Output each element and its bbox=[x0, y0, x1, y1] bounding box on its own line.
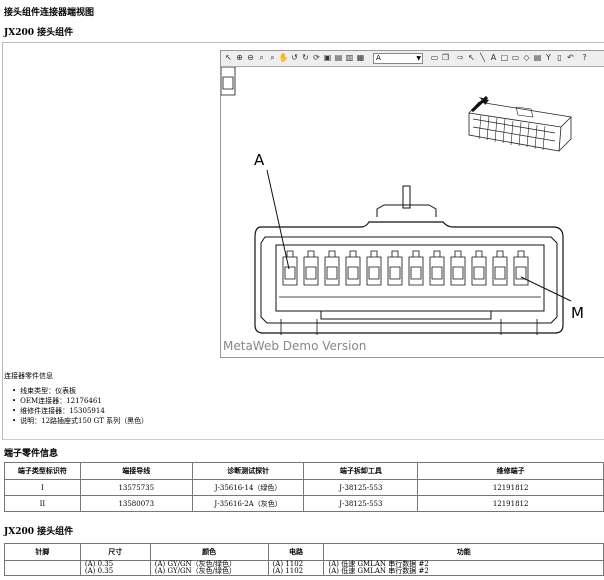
image-properties-icon[interactable]: ▦ bbox=[355, 53, 366, 63]
table-cell: J-35616-14（绿色） bbox=[191, 479, 305, 496]
table-cell: 12191812 bbox=[417, 495, 604, 512]
list-item: 说明：12路插座式150 GT 系列（黑色） bbox=[12, 416, 148, 426]
table-cell: J-38125-553 bbox=[303, 479, 419, 496]
connector-info-title: 连接器零件信息 bbox=[4, 372, 53, 380]
section-title-jx200-pins: JX200 接头组件 bbox=[4, 527, 74, 537]
leader-line-a bbox=[266, 169, 290, 270]
image-viewer[interactable]: ↖ ⊕ ⊖ ⌕ ⌕ ✋ ↺ ↻ ⟳ ▣ ▤ ▥ ▦ A ▼ ▭ ❐ ⇨ ↖ ╲ … bbox=[220, 50, 604, 358]
rotate-left-icon[interactable]: ↺ bbox=[289, 53, 300, 63]
copy-icon[interactable]: ❐ bbox=[440, 53, 451, 63]
table-cell bbox=[4, 560, 81, 576]
table-cell: 13575735 bbox=[79, 479, 193, 496]
column-header: 维修端子 bbox=[417, 462, 604, 480]
terminal-cavities bbox=[221, 67, 541, 298]
note-icon[interactable]: ▭ bbox=[510, 53, 521, 63]
table-cell: J-35616-2A（灰色） bbox=[191, 495, 305, 512]
column-header: 端子拆卸工具 bbox=[303, 462, 419, 480]
help-icon[interactable]: ? bbox=[579, 53, 590, 63]
column-header: 诊断测试探针 bbox=[191, 462, 305, 480]
table-row: (A) 0.35 (A) 0.35 (A) GY/GN（灰色/绿色） (A) G… bbox=[4, 560, 604, 576]
column-header: 端子类型标识符 bbox=[4, 462, 81, 480]
pointer-icon[interactable]: ↖ bbox=[466, 53, 477, 63]
section-title-jx200: JX200 接头组件 bbox=[4, 28, 74, 38]
rotate-right-icon[interactable]: ↻ bbox=[300, 53, 311, 63]
zoom-out-icon[interactable]: ⊖ bbox=[245, 53, 256, 63]
table-header-row: 针脚 尺寸 颜色 电路 功能 bbox=[4, 543, 604, 561]
next-icon[interactable]: ⇨ bbox=[455, 53, 466, 63]
undo-icon[interactable]: ↶ bbox=[565, 53, 576, 63]
list-item: 维修件连接器：15305914 bbox=[12, 406, 148, 416]
shape-icon[interactable]: ◇ bbox=[521, 53, 532, 63]
table-cell: (A) 0.35 (A) 0.35 bbox=[79, 560, 151, 576]
zoom-area-icon[interactable]: ⌕ bbox=[256, 53, 267, 63]
viewer-toolbar: ↖ ⊕ ⊖ ⌕ ⌕ ✋ ↺ ↻ ⟳ ▣ ▤ ▥ ▦ A ▼ ▭ ❐ ⇨ ↖ ╲ … bbox=[221, 51, 604, 67]
pan-hand-icon[interactable]: ✋ bbox=[278, 53, 289, 63]
watermark: MetaWeb Demo Version bbox=[223, 339, 367, 353]
filter-icon[interactable]: Y bbox=[543, 53, 554, 63]
terminal-parts-table: 端子类型标识符 端接导线 诊断测试探针 端子拆卸工具 维修端子 I 135757… bbox=[4, 462, 604, 512]
list-item: 线束类型：仪表板 bbox=[12, 386, 148, 396]
fit-width-icon[interactable]: ▣ bbox=[322, 53, 333, 63]
list-item: OEM连接器：12176461 bbox=[12, 396, 148, 406]
zoom-search-icon[interactable]: ⌕ bbox=[267, 53, 278, 63]
pin-function-table: 针脚 尺寸 颜色 电路 功能 (A) 0.35 (A) 0.35 (A) GY/… bbox=[4, 543, 604, 576]
fit-page-icon[interactable]: ▤ bbox=[333, 53, 344, 63]
column-header: 功能 bbox=[323, 543, 604, 561]
table-row: I 13575735 J-35616-14（绿色） J-38125-553 12… bbox=[4, 479, 604, 496]
table-header-row: 端子类型标识符 端接导线 诊断测试探针 端子拆卸工具 维修端子 bbox=[4, 462, 604, 480]
page-title: 接头组件连接器端视图 bbox=[4, 8, 95, 18]
connector-perspective-view bbox=[468, 101, 572, 152]
table-cell: (A) 低速 GMLAN 串行数据 #2 (A) 低速 GMLAN 串行数据 #… bbox=[323, 560, 604, 576]
column-header: 电路 bbox=[267, 543, 325, 561]
line-icon[interactable]: ╲ bbox=[477, 53, 488, 63]
column-header: 颜色 bbox=[149, 543, 269, 561]
terminal-section-title: 端子零件信息 bbox=[4, 449, 59, 459]
column-header: 针脚 bbox=[4, 543, 81, 561]
chevron-down-icon: ▼ bbox=[416, 55, 421, 62]
table-cell: (A) 1102 (A) 1102 bbox=[267, 560, 325, 576]
table-cell: J-38125-553 bbox=[303, 495, 419, 512]
zoom-in-icon[interactable]: ⊕ bbox=[234, 53, 245, 63]
table-row: II 13580073 J-35616-2A（灰色） J-38125-553 1… bbox=[4, 495, 604, 512]
measure-icon[interactable]: ▯ bbox=[554, 53, 565, 63]
fit-all-icon[interactable]: ▥ bbox=[344, 53, 355, 63]
zoom-select[interactable]: A ▼ bbox=[373, 53, 423, 64]
column-header: 端接导线 bbox=[79, 462, 193, 480]
connector-drawing: A M bbox=[221, 67, 584, 335]
print-icon[interactable]: ▭ bbox=[429, 53, 440, 63]
select-arrow-icon[interactable]: ↖ bbox=[223, 53, 234, 63]
table-cell: (A) GY/GN（灰色/绿色） (A) GY/GN（灰色/绿色） bbox=[149, 560, 269, 576]
table-cell: II bbox=[4, 495, 81, 512]
pin-label-a: A bbox=[254, 151, 265, 169]
pin-label-m: M bbox=[571, 304, 584, 322]
table-cell: 12191812 bbox=[417, 479, 604, 496]
connector-info-list: 线束类型：仪表板 OEM连接器：12176461 维修件连接器：15305914… bbox=[12, 386, 148, 426]
text-tool-icon[interactable]: A bbox=[488, 53, 499, 63]
rectangle-icon[interactable]: □ bbox=[499, 53, 510, 63]
table-cell: I bbox=[4, 479, 81, 496]
table-cell: 13580073 bbox=[79, 495, 193, 512]
refresh-icon[interactable]: ⟳ bbox=[311, 53, 322, 63]
layers-icon[interactable]: ▤ bbox=[532, 53, 543, 63]
column-header: 尺寸 bbox=[79, 543, 151, 561]
